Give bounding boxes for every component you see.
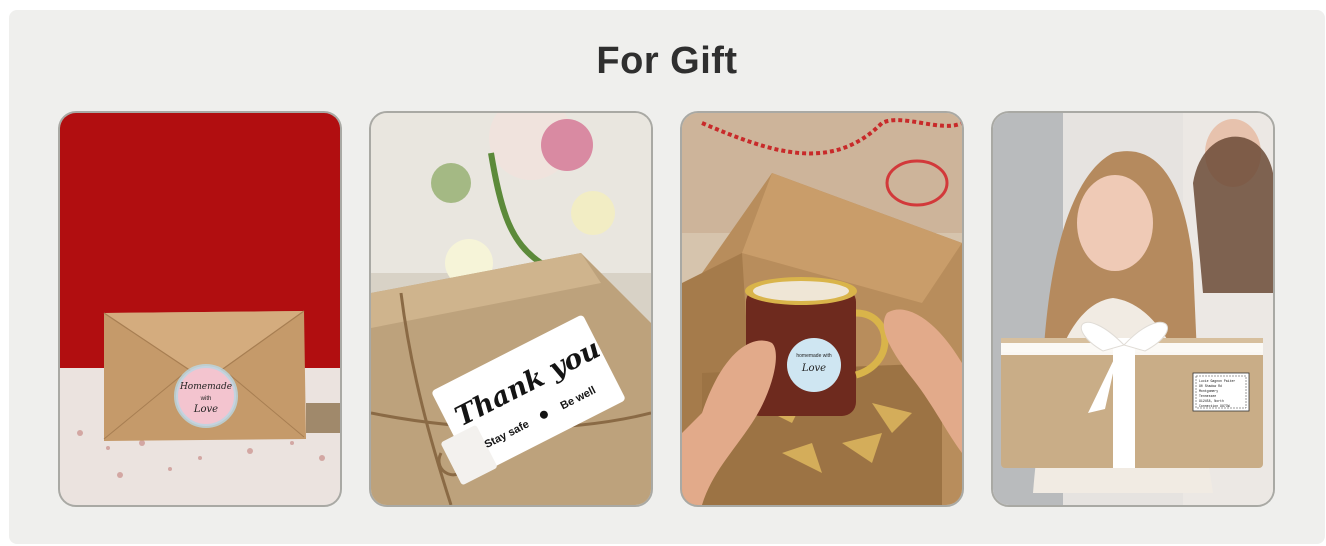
- svg-text:912458, North: 912458, North: [1199, 399, 1224, 403]
- parcel-photo: Lucie Gagnon Paiter 90 Shadow Rd Montgom…: [993, 113, 1273, 505]
- svg-text:with: with: [200, 396, 212, 402]
- mug-photo: homemade with Love: [682, 113, 962, 505]
- svg-text:Love: Love: [801, 363, 826, 374]
- gift-card-envelope: Homemade with Love: [58, 111, 342, 507]
- thank-you-photo: Thank you Stay safe Be well: [371, 113, 651, 505]
- gift-card-thank-you: Thank you Stay safe Be well: [369, 111, 653, 507]
- gift-section-panel: For Gift Homemade with Love Thank you St…: [9, 10, 1325, 544]
- svg-text:Connection 9873W: Connection 9873W: [1199, 404, 1230, 408]
- svg-text:homemade with: homemade with: [796, 353, 832, 359]
- svg-text:Montgomery: Montgomery: [1199, 389, 1218, 393]
- svg-text:90 Shadow Rd: 90 Shadow Rd: [1199, 384, 1222, 388]
- section-title: For Gift: [596, 40, 738, 82]
- svg-text:Tennessee: Tennessee: [1199, 394, 1216, 398]
- envelope-photo: Homemade with Love: [60, 113, 340, 505]
- svg-text:Homemade: Homemade: [179, 382, 232, 392]
- svg-text:Lucie Gagnon Paiter: Lucie Gagnon Paiter: [1199, 379, 1235, 383]
- svg-text:Love: Love: [193, 404, 218, 415]
- gift-card-parcel: Lucie Gagnon Paiter 90 Shadow Rd Montgom…: [991, 111, 1275, 507]
- gift-card-mug: homemade with Love: [680, 111, 964, 507]
